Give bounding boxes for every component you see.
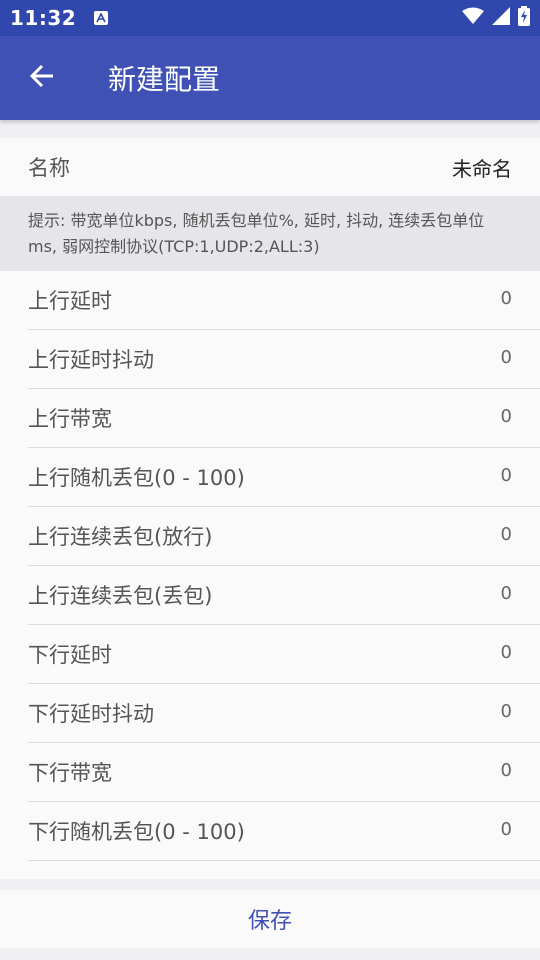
item-label: 下行延时 (28, 643, 112, 667)
page-title: 新建配置 (108, 63, 221, 96)
status-bar: 11:32 (0, 0, 540, 36)
list-item[interactable]: 上行连续丢包(丢包) 0 (28, 566, 540, 625)
a-icon (94, 11, 109, 25)
item-value: 0 (500, 818, 512, 840)
item-label: 上行延时 (28, 289, 112, 313)
list-item[interactable]: 下行延时抖动 0 (28, 684, 540, 743)
name-label: 名称 (28, 156, 70, 180)
list-item[interactable]: 上行延时抖动 0 (28, 330, 540, 389)
name-value[interactable]: 未命名 (452, 153, 512, 182)
list-item[interactable]: 下行延时 0 (28, 625, 540, 684)
item-label: 上行连续丢包(丢包) (28, 584, 213, 608)
item-label: 下行带宽 (28, 761, 112, 785)
item-value: 0 (500, 287, 512, 309)
wifi-icon (462, 7, 484, 29)
item-value: 0 (500, 523, 512, 545)
arrow-left-icon (29, 63, 55, 93)
name-row[interactable]: 名称 未命名 (0, 138, 540, 196)
list-item[interactable]: 上行随机丢包(0 - 100) 0 (28, 448, 540, 507)
list-item[interactable]: 上行连续丢包(放行) 0 (28, 507, 540, 566)
hint-text: 提示: 带宽单位kbps, 随机丢包单位%, 延时, 抖动, 连续丢包单位ms,… (0, 196, 540, 271)
list-item[interactable]: 上行延时 0 (28, 271, 540, 330)
item-value: 0 (500, 405, 512, 427)
status-time: 11:32 (10, 6, 77, 30)
save-button[interactable]: 保存 (248, 903, 292, 935)
item-value: 0 (500, 700, 512, 722)
item-value: 0 (500, 641, 512, 663)
item-value: 0 (500, 346, 512, 368)
app-bar: 新建配置 (0, 36, 540, 120)
list-item[interactable]: 下行随机丢包(0 - 100) 0 (28, 802, 540, 861)
save-bar: 保存 (0, 890, 540, 948)
list-item[interactable]: 上行带宽 0 (28, 389, 540, 448)
item-label: 上行随机丢包(0 - 100) (28, 466, 245, 490)
back-button[interactable] (0, 36, 84, 120)
item-label: 下行延时抖动 (28, 702, 154, 726)
item-label: 上行连续丢包(放行) (28, 525, 213, 549)
item-value: 0 (500, 582, 512, 604)
settings-content: 名称 未命名 提示: 带宽单位kbps, 随机丢包单位%, 延时, 抖动, 连续… (0, 138, 540, 879)
item-value: 0 (500, 759, 512, 781)
item-value: 0 (500, 464, 512, 486)
signal-icon (492, 7, 510, 29)
item-label: 上行延时抖动 (28, 348, 154, 372)
status-icons (462, 6, 530, 30)
list-item[interactable]: 下行带宽 0 (28, 743, 540, 802)
battery-charging-icon (518, 6, 530, 30)
settings-list: 上行延时 0 上行延时抖动 0 上行带宽 0 上行随机丢包(0 - 100) 0 上行连… (0, 271, 540, 879)
item-label: 下行随机丢包(0 - 100) (28, 820, 245, 844)
item-label: 上行带宽 (28, 407, 112, 431)
